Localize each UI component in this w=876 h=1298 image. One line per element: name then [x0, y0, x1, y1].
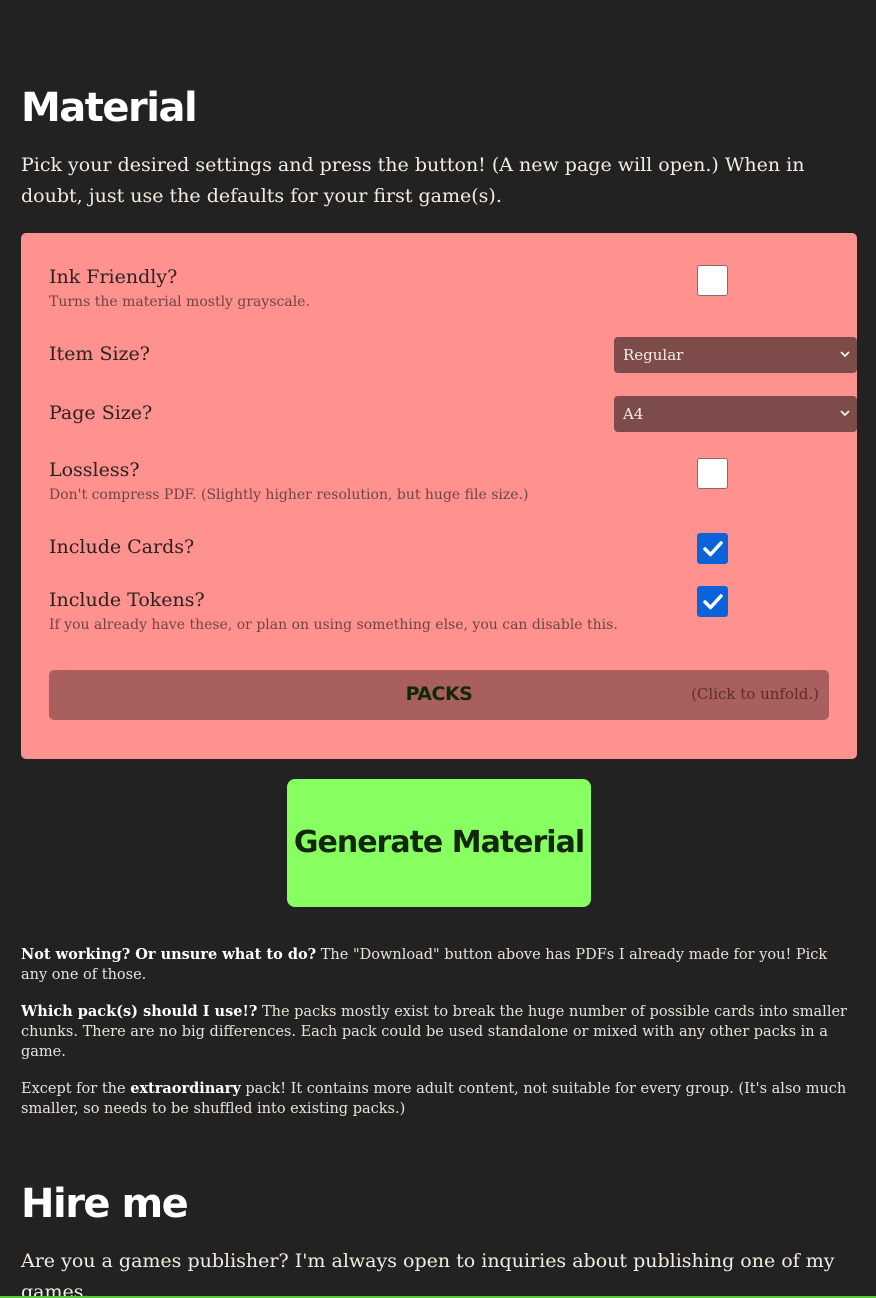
- note-extraordinary-bold: extraordinary: [130, 1080, 241, 1097]
- note-which-packs-bold: Which pack(s) should I use!?: [21, 1003, 258, 1020]
- ink-friendly-row: Ink Friendly? Turns the material mostly …: [49, 265, 829, 317]
- checkmark-icon: [703, 594, 723, 610]
- note-extraordinary: Except for the extraordinary pack! It co…: [21, 1079, 855, 1119]
- page-size-row: Page Size? A4: [49, 396, 857, 432]
- note-which-packs: Which pack(s) should I use!? The packs m…: [21, 1002, 855, 1062]
- packs-hint: (Click to unfold.): [691, 685, 819, 703]
- include-tokens-checkbox[interactable]: [697, 586, 728, 617]
- ink-friendly-checkbox[interactable]: [697, 265, 728, 296]
- page-size-select[interactable]: A4: [614, 396, 857, 432]
- include-cards-checkbox[interactable]: [697, 533, 728, 564]
- include-tokens-desc: If you already have these, or plan on us…: [49, 617, 618, 633]
- hire-me-text: Are you a games publisher? I'm always op…: [21, 1250, 835, 1298]
- notes-section: Not working? Or unsure what to do? The "…: [21, 945, 855, 1136]
- note-not-working: Not working? Or unsure what to do? The "…: [21, 945, 855, 985]
- page-size-value: A4: [623, 405, 644, 423]
- material-title: Material: [21, 85, 198, 131]
- chevron-down-icon: [840, 351, 850, 358]
- include-tokens-row: Include Tokens? If you already have thes…: [49, 586, 829, 640]
- item-size-row: Item Size? Regular: [49, 337, 857, 373]
- lossless-row: Lossless? Don't compress PDF. (Slightly …: [49, 458, 829, 510]
- item-size-label: Item Size?: [49, 343, 150, 365]
- generate-material-button[interactable]: Generate Material: [287, 779, 591, 907]
- note-not-working-bold: Not working? Or unsure what to do?: [21, 946, 317, 963]
- item-size-select[interactable]: Regular: [614, 337, 857, 373]
- material-intro: Pick your desired settings and press the…: [21, 154, 805, 207]
- page-size-label: Page Size?: [49, 402, 153, 424]
- note-extraordinary-before: Except for the: [21, 1081, 131, 1097]
- packs-toggle[interactable]: PACKS (Click to unfold.): [49, 670, 829, 720]
- checkmark-icon: [703, 541, 723, 557]
- include-cards-row: Include Cards?: [49, 533, 829, 567]
- item-size-value: Regular: [623, 346, 684, 364]
- lossless-checkbox[interactable]: [697, 458, 728, 489]
- settings-panel: Ink Friendly? Turns the material mostly …: [21, 233, 857, 759]
- chevron-down-icon: [840, 410, 850, 417]
- hire-me-title: Hire me: [21, 1181, 189, 1227]
